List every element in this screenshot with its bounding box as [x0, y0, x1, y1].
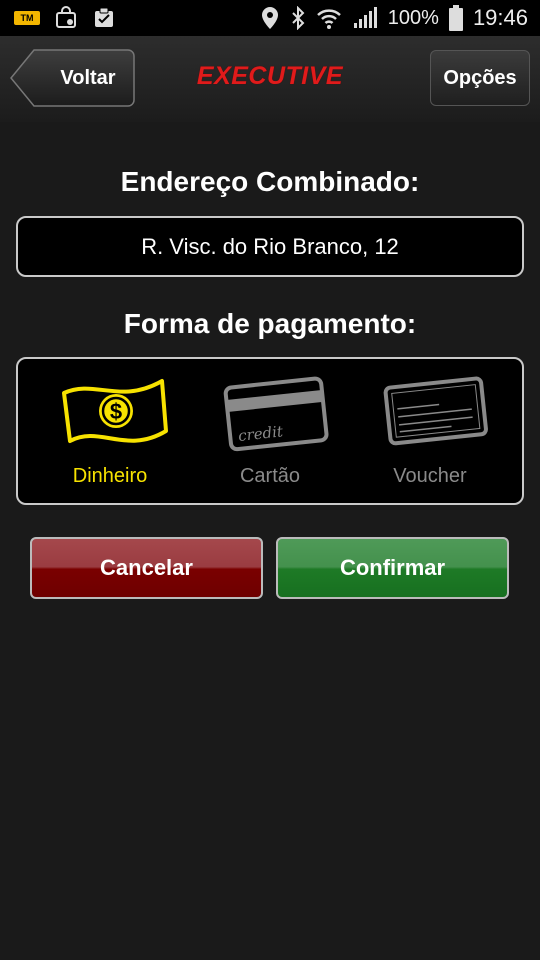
payment-option-card[interactable]: credit Cartão [190, 359, 350, 503]
svg-text:$: $ [110, 399, 122, 424]
clipboard-check-icon [95, 7, 113, 27]
options-button[interactable]: Opções [430, 50, 530, 106]
payment-option-cash-label: Dinheiro [72, 465, 148, 487]
svg-text:credit: credit [237, 422, 284, 445]
status-bar: TM 100% 19:46 [0, 0, 540, 36]
credit-card-icon: credit [223, 376, 329, 452]
payment-title: Forma de pagamento: [123, 308, 417, 339]
payment-option-voucher[interactable]: Voucher [350, 359, 510, 503]
status-notifications: TM [14, 6, 116, 30]
cancel-button[interactable]: Cancelar [30, 537, 263, 599]
back-button[interactable]: Voltar [10, 49, 135, 107]
battery-percent: 100% [387, 6, 439, 29]
shopping-bag-icon [56, 6, 76, 28]
battery-icon [448, 5, 463, 31]
cash-icon: $ [62, 379, 168, 443]
confirm-button[interactable]: Confirmar [276, 537, 509, 599]
payment-option-cash[interactable]: $ Dinheiro [30, 359, 190, 503]
clock: 19:46 [472, 5, 528, 30]
bluetooth-icon [292, 6, 305, 30]
location-pin-icon [261, 7, 278, 29]
payment-options-box: $ Dinheiro credit Cartão Voucher [16, 357, 524, 505]
executive-logo: EXECUTIVE [196, 62, 344, 90]
payment-option-card-label: Cartão [239, 465, 301, 487]
address-title: Endereço Combinado: [120, 166, 420, 197]
payment-option-voucher-label: Voucher [393, 465, 467, 487]
status-system: 100% 19:46 [260, 0, 528, 36]
top-nav-bar: Voltar EXECUTIVE Opções [0, 36, 540, 122]
tmhi-icon: TM [14, 11, 40, 25]
voucher-icon [383, 376, 488, 446]
address-field[interactable]: R. Visc. do Rio Branco, 12 [16, 216, 524, 277]
signal-icon [353, 7, 377, 28]
wifi-icon [316, 9, 341, 29]
back-button-label: Voltar [60, 67, 116, 89]
